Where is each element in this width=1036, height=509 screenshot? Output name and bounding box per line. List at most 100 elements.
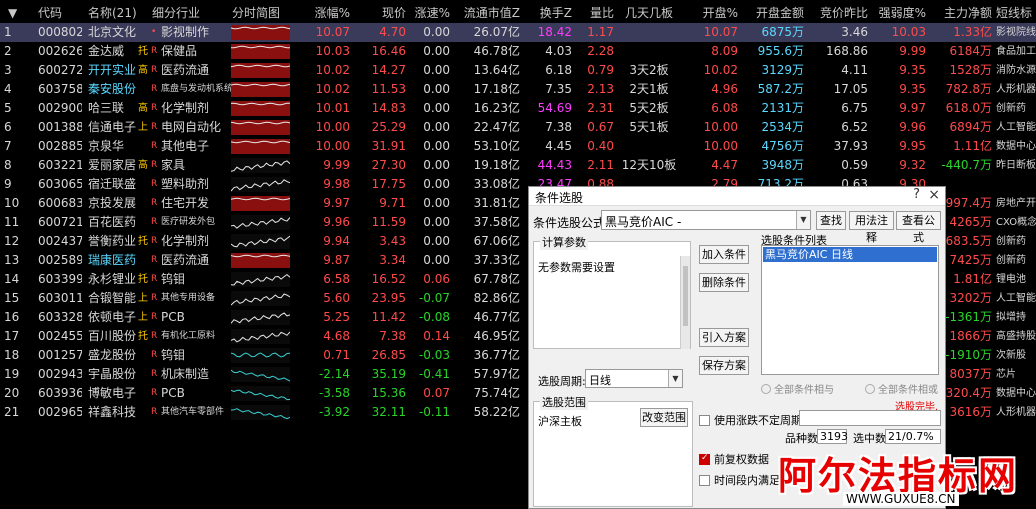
header-strength[interactable]: 强弱度% [870, 4, 926, 23]
auction-ratio: 0.59 [841, 158, 868, 172]
float-cap: 46.78亿 [473, 44, 520, 58]
radio-or-icon[interactable] [865, 384, 875, 394]
change-pct: 10.02 [315, 63, 350, 77]
change-pct: 9.87 [323, 253, 350, 267]
formula-select[interactable]: 黑马竞价AIC - ▼ [601, 210, 811, 230]
timeline-sparkline [231, 272, 290, 287]
add-condition-button[interactable]: 加入条件 [699, 245, 749, 264]
turnover: 4.03 [545, 44, 572, 58]
row-index: 2 [4, 44, 12, 58]
rise-speed: -0.03 [418, 348, 450, 362]
rise-speed: 0.00 [423, 177, 450, 191]
timeline-sparkline [231, 120, 290, 135]
period-range-field[interactable] [799, 410, 941, 426]
strength: 9.35 [899, 63, 926, 77]
pre-restore-checkbox[interactable] [699, 453, 710, 465]
table-row[interactable]: 1 000802 北京文化 • 影视制作 10.07 4.70 0.00 26.07亿 18.42… [0, 23, 1036, 42]
condition-item[interactable]: 黑马竞价AIC 日线 [763, 247, 937, 262]
short-tag: 人形机器 [996, 407, 1036, 418]
short-tag: 数据中心 [996, 388, 1036, 399]
close-icon[interactable]: × [928, 187, 940, 203]
radio-and-icon[interactable] [761, 384, 771, 394]
change-pct: 9.94 [323, 234, 350, 248]
view-formula-button[interactable]: 查看公式 [896, 211, 941, 244]
stock-name: 宇晶股份 [88, 367, 137, 381]
header-price[interactable]: 现价 [352, 4, 406, 23]
boards-count: 12天10板 [621, 158, 677, 172]
boards-count: 5天1板 [629, 120, 669, 134]
radio-or[interactable]: 全部条件相或 [865, 381, 938, 396]
float-cap: 67.78亿 [473, 272, 520, 286]
dialog-titlebar[interactable]: 条件选股 ? × [529, 187, 945, 206]
rank-marker: R [151, 388, 158, 398]
time-checkbox[interactable] [699, 475, 710, 486]
volume-ratio: 0.79 [587, 63, 614, 77]
use-period-checkbox[interactable] [699, 415, 710, 426]
time-option[interactable]: 时间段内满足 [699, 472, 780, 488]
help-icon[interactable]: ? [913, 187, 920, 202]
industry-name: 电网自动化 [161, 120, 222, 134]
header-turnover[interactable]: 换手Z [522, 4, 572, 23]
table-row[interactable]: 2 002626 金达威 托 R 保健品 10.03 16.46 0.00 46.78亿 4.03 2… [0, 42, 1036, 61]
open-pct: 10.07 [703, 25, 738, 39]
import-scheme-button[interactable]: 引入方案 [699, 328, 749, 347]
radio-and[interactable]: 全部条件相与 [761, 381, 834, 396]
condition-list[interactable]: 黑马竞价AIC 日线 [761, 245, 939, 375]
header-code[interactable]: 代码 [38, 4, 78, 23]
header-open-pct[interactable]: 开盘% [684, 4, 738, 23]
header-net-flow[interactable]: 主力净额 [928, 4, 992, 23]
row-index: 11 [4, 215, 20, 229]
table-row[interactable]: 3 600272 开开实业高 R 医药流通 10.02 14.27 0.00 13.64亿 6.1… [0, 61, 1036, 80]
header-open-amt[interactable]: 开盘金额 [740, 4, 804, 23]
table-row[interactable]: 5 002900 哈三联 高 R 化学制剂 10.01 14.83 0.00 16.23亿 54.6… [0, 99, 1036, 118]
find-button[interactable]: 查找 [816, 211, 846, 230]
row-index: 15 [4, 291, 20, 305]
save-scheme-button[interactable]: 保存方案 [699, 356, 749, 375]
header-short-tag[interactable]: 短线标 [996, 4, 1036, 23]
table-row[interactable]: 8 603221 爱丽家居高 R 家具 9.99 27.30 0.00 19.18亿 44.43 2… [0, 156, 1036, 175]
radio-or-label: 全部条件相或 [878, 385, 938, 396]
header-speed[interactable]: 涨速% [408, 4, 450, 23]
chevron-down-icon[interactable]: ▼ [668, 370, 682, 387]
params-scrollbar[interactable] [680, 256, 690, 349]
change-pct: 10.00 [315, 120, 350, 134]
stock-code: 600721 [38, 215, 82, 229]
header-float-cap[interactable]: 流通市值Z [452, 4, 520, 23]
current-price: 11.59 [371, 215, 406, 229]
use-period-option[interactable]: 使用涨跌不定周期 [699, 412, 802, 428]
sort-down-icon[interactable]: ▼ [8, 4, 22, 23]
timeline-sparkline [231, 329, 290, 344]
header-timeline[interactable]: 分时简图 [232, 4, 292, 23]
auction-ratio: 4.11 [841, 63, 868, 77]
period-select[interactable]: 日线 ▼ [585, 369, 683, 388]
timeline-sparkline [231, 348, 290, 363]
stock-code: 001388 [38, 120, 82, 134]
scroll-thumb[interactable] [683, 266, 688, 326]
header-auction-ratio[interactable]: 竞价昨比 [806, 4, 868, 23]
volume-ratio: 2.13 [587, 82, 614, 96]
header-industry[interactable]: 细分行业 [152, 4, 212, 23]
net-flow: 6184万 [949, 44, 992, 58]
header-change-pct[interactable]: 涨幅% [294, 4, 350, 23]
table-row[interactable]: 6 001388 信通电子上 R 电网自动化 10.00 25.29 0.00 22.47亿 7.… [0, 118, 1036, 137]
industry-name: 医药流通 [161, 63, 210, 77]
chevron-down-icon[interactable]: ▼ [796, 211, 810, 229]
table-row[interactable]: 7 002885 京泉华 R 其他电子 10.00 31.91 0.00 53.10亿 4.45 0… [0, 137, 1036, 156]
pre-restore-option[interactable]: 前复权数据 [699, 451, 769, 467]
header-boards[interactable]: 几天几板 [616, 4, 682, 23]
rise-speed: 0.00 [423, 253, 450, 267]
header-name[interactable]: 名称(21) [88, 4, 150, 23]
industry-name: 钨钼 [161, 272, 186, 286]
change-pct: 10.00 [315, 139, 350, 153]
delete-condition-button[interactable]: 删除条件 [699, 273, 749, 292]
stock-name: 合锻智能 [88, 291, 137, 305]
change-range-button[interactable]: 改变范围 [640, 408, 688, 427]
short-tag: 创新药 [996, 255, 1026, 266]
header-vol-ratio[interactable]: 量比 [574, 4, 614, 23]
table-row[interactable]: 4 603758 秦安股份 R 底盘与发动机系统 10.02 11.53 0.00 17.18亿… [0, 80, 1036, 99]
rise-speed: 0.00 [423, 196, 450, 210]
change-pct: -3.92 [318, 405, 350, 419]
row-index: 5 [4, 101, 12, 115]
strength: 9.35 [899, 82, 926, 96]
usage-button[interactable]: 用法注释 [849, 211, 894, 244]
